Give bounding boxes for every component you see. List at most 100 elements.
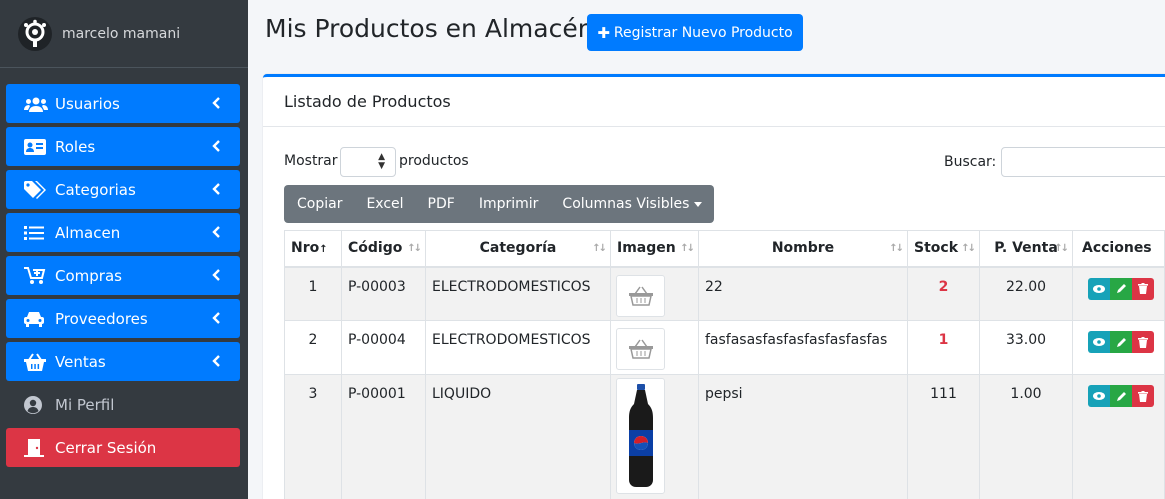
cell-nombre: 22 [698,266,908,321]
trash-icon [1138,283,1148,294]
sidebar-item-ventas[interactable]: Ventas [6,342,240,381]
sidebar-item-compras[interactable]: Compras [6,256,240,295]
sort-asc-icon: ↑ [319,244,328,256]
caret-down-icon [694,201,703,207]
cell-nombre: pepsi [698,374,908,499]
avatar [18,16,52,51]
trash-icon [1138,336,1148,348]
list-icon [24,224,50,242]
delete-button[interactable] [1132,277,1154,300]
delete-button[interactable] [1132,331,1154,353]
sidebar-item-label: Cerrar Sesión [55,438,157,457]
user-logo-icon [24,19,46,47]
soda-bottle-icon [628,384,653,487]
sidebar: marcelo mamani Usuarios Roles Categorias [0,0,248,499]
cell-stock: 1 [907,320,980,375]
cell-codigo: P-00003 [341,266,426,321]
delete-button[interactable] [1132,385,1154,407]
sidebar-item-proveedores[interactable]: Proveedores [6,299,240,338]
col-header-acciones: Acciones [1072,230,1165,268]
sidebar-nav: Usuarios Roles Categorias Almacen Compra… [6,84,240,471]
col-header-imagen[interactable]: Imagen ↑↓ [610,230,699,268]
search-input[interactable] [1001,147,1165,177]
pdf-button[interactable]: PDF [416,185,467,223]
sidebar-item-categorias[interactable]: Categorias [6,170,240,209]
cell-imagen [610,266,699,321]
sidebar-item-mi-perfil[interactable]: Mi Perfil [6,385,240,424]
plus-icon: ✚ [597,23,610,42]
col-header-nro[interactable]: Nro↑ [284,230,342,268]
user-panel[interactable]: marcelo mamani [0,0,248,68]
cell-nro: 3 [284,374,342,499]
sidebar-item-label: Categorias [55,180,136,199]
product-image [616,328,665,370]
view-button[interactable] [1088,277,1110,300]
sidebar-item-almacen[interactable]: Almacen [6,213,240,252]
visible-columns-button[interactable]: Columnas Visibles [550,185,714,223]
pencil-icon [1116,284,1126,293]
chevron-left-icon [212,355,220,367]
cell-nombre: fasfasasfasfasfasfasfasfas [698,320,908,375]
sort-icon: ↑↓ [680,243,695,254]
sidebar-item-usuarios[interactable]: Usuarios [6,84,240,123]
view-button[interactable] [1088,331,1110,353]
eye-icon [1093,338,1105,346]
print-button[interactable]: Imprimir [467,185,551,223]
basket-placeholder-icon [628,339,653,359]
cell-categoria: ELECTRODOMESTICOS [425,320,611,375]
sidebar-item-cerrar-sesion[interactable]: Cerrar Sesión [6,428,240,467]
user-circle-icon [24,395,50,414]
trash-icon [1138,390,1148,402]
header-label: Stock [914,240,959,257]
col-header-codigo[interactable]: Código ↑↓ [341,230,426,268]
tags-icon [24,180,50,199]
sidebar-item-label: Roles [55,137,96,156]
user-name: marcelo mamani [62,25,181,42]
view-button[interactable] [1088,385,1110,407]
table-row: 2 P-00004 ELECTRODOMESTICOS fasfasasfasf… [284,320,1165,375]
eye-icon [1093,284,1105,293]
products-card: Listado de Productos Mostrar ▲ ▼ producto… [263,74,1165,499]
col-header-categoria[interactable]: Categoría ↑↓ [425,230,611,268]
sidebar-item-label: Compras [55,266,122,285]
edit-button[interactable] [1110,277,1132,300]
cell-acciones [1072,320,1165,375]
products-table: Nro↑ Código ↑↓ Categoría ↑↓ Imagen ↑↓ Nombr… [284,230,1165,499]
product-image [616,378,665,494]
chevron-left-icon [212,97,220,109]
show-entries-suffix: productos [399,153,469,169]
sidebar-item-roles[interactable]: Roles [6,127,240,166]
register-product-button[interactable]: ✚ Registrar Nuevo Producto [587,14,803,51]
sort-icon: ↑↓ [592,243,607,254]
col-header-stock[interactable]: Stock ↑↓ [907,230,980,268]
copy-button[interactable]: Copiar [284,185,354,223]
basket-placeholder-icon [628,286,653,306]
cell-precio: 1.00 [979,374,1073,499]
row-actions [1088,331,1158,353]
header-label: Categoría [479,240,557,257]
visible-columns-label: Columnas Visibles [562,196,690,212]
cell-categoria: LIQUIDO [425,374,611,499]
header-label: Nombre [771,240,835,257]
cell-precio: 33.00 [979,320,1073,375]
chevron-left-icon [212,312,220,324]
cell-imagen [610,374,699,499]
cell-categoria: ELECTRODOMESTICOS [425,266,611,321]
table-row: 3 P-00001 LIQUIDO pepsi 111 1.00 [284,374,1165,499]
sort-icon: ↑↓ [961,243,976,254]
edit-button[interactable] [1110,385,1132,407]
export-toolbar: Copiar Excel PDF Imprimir Columnas Visib… [284,185,715,223]
edit-button[interactable] [1110,331,1132,353]
excel-button[interactable]: Excel [354,185,415,223]
product-image [616,274,665,317]
cell-acciones [1072,374,1165,499]
cell-stock: 2 [907,266,980,321]
col-header-nombre[interactable]: Nombre ↑↓ [698,230,908,268]
entries-select[interactable]: ▲ ▼ [340,147,396,177]
sort-icon: ↑↓ [889,243,904,254]
header-label: Nro [291,240,320,257]
col-header-precio[interactable]: P. Venta ↑↓ [979,230,1073,268]
card-title: Listado de Productos [263,77,1165,127]
register-product-label: Registrar Nuevo Producto [613,24,793,41]
eye-icon [1093,392,1105,400]
